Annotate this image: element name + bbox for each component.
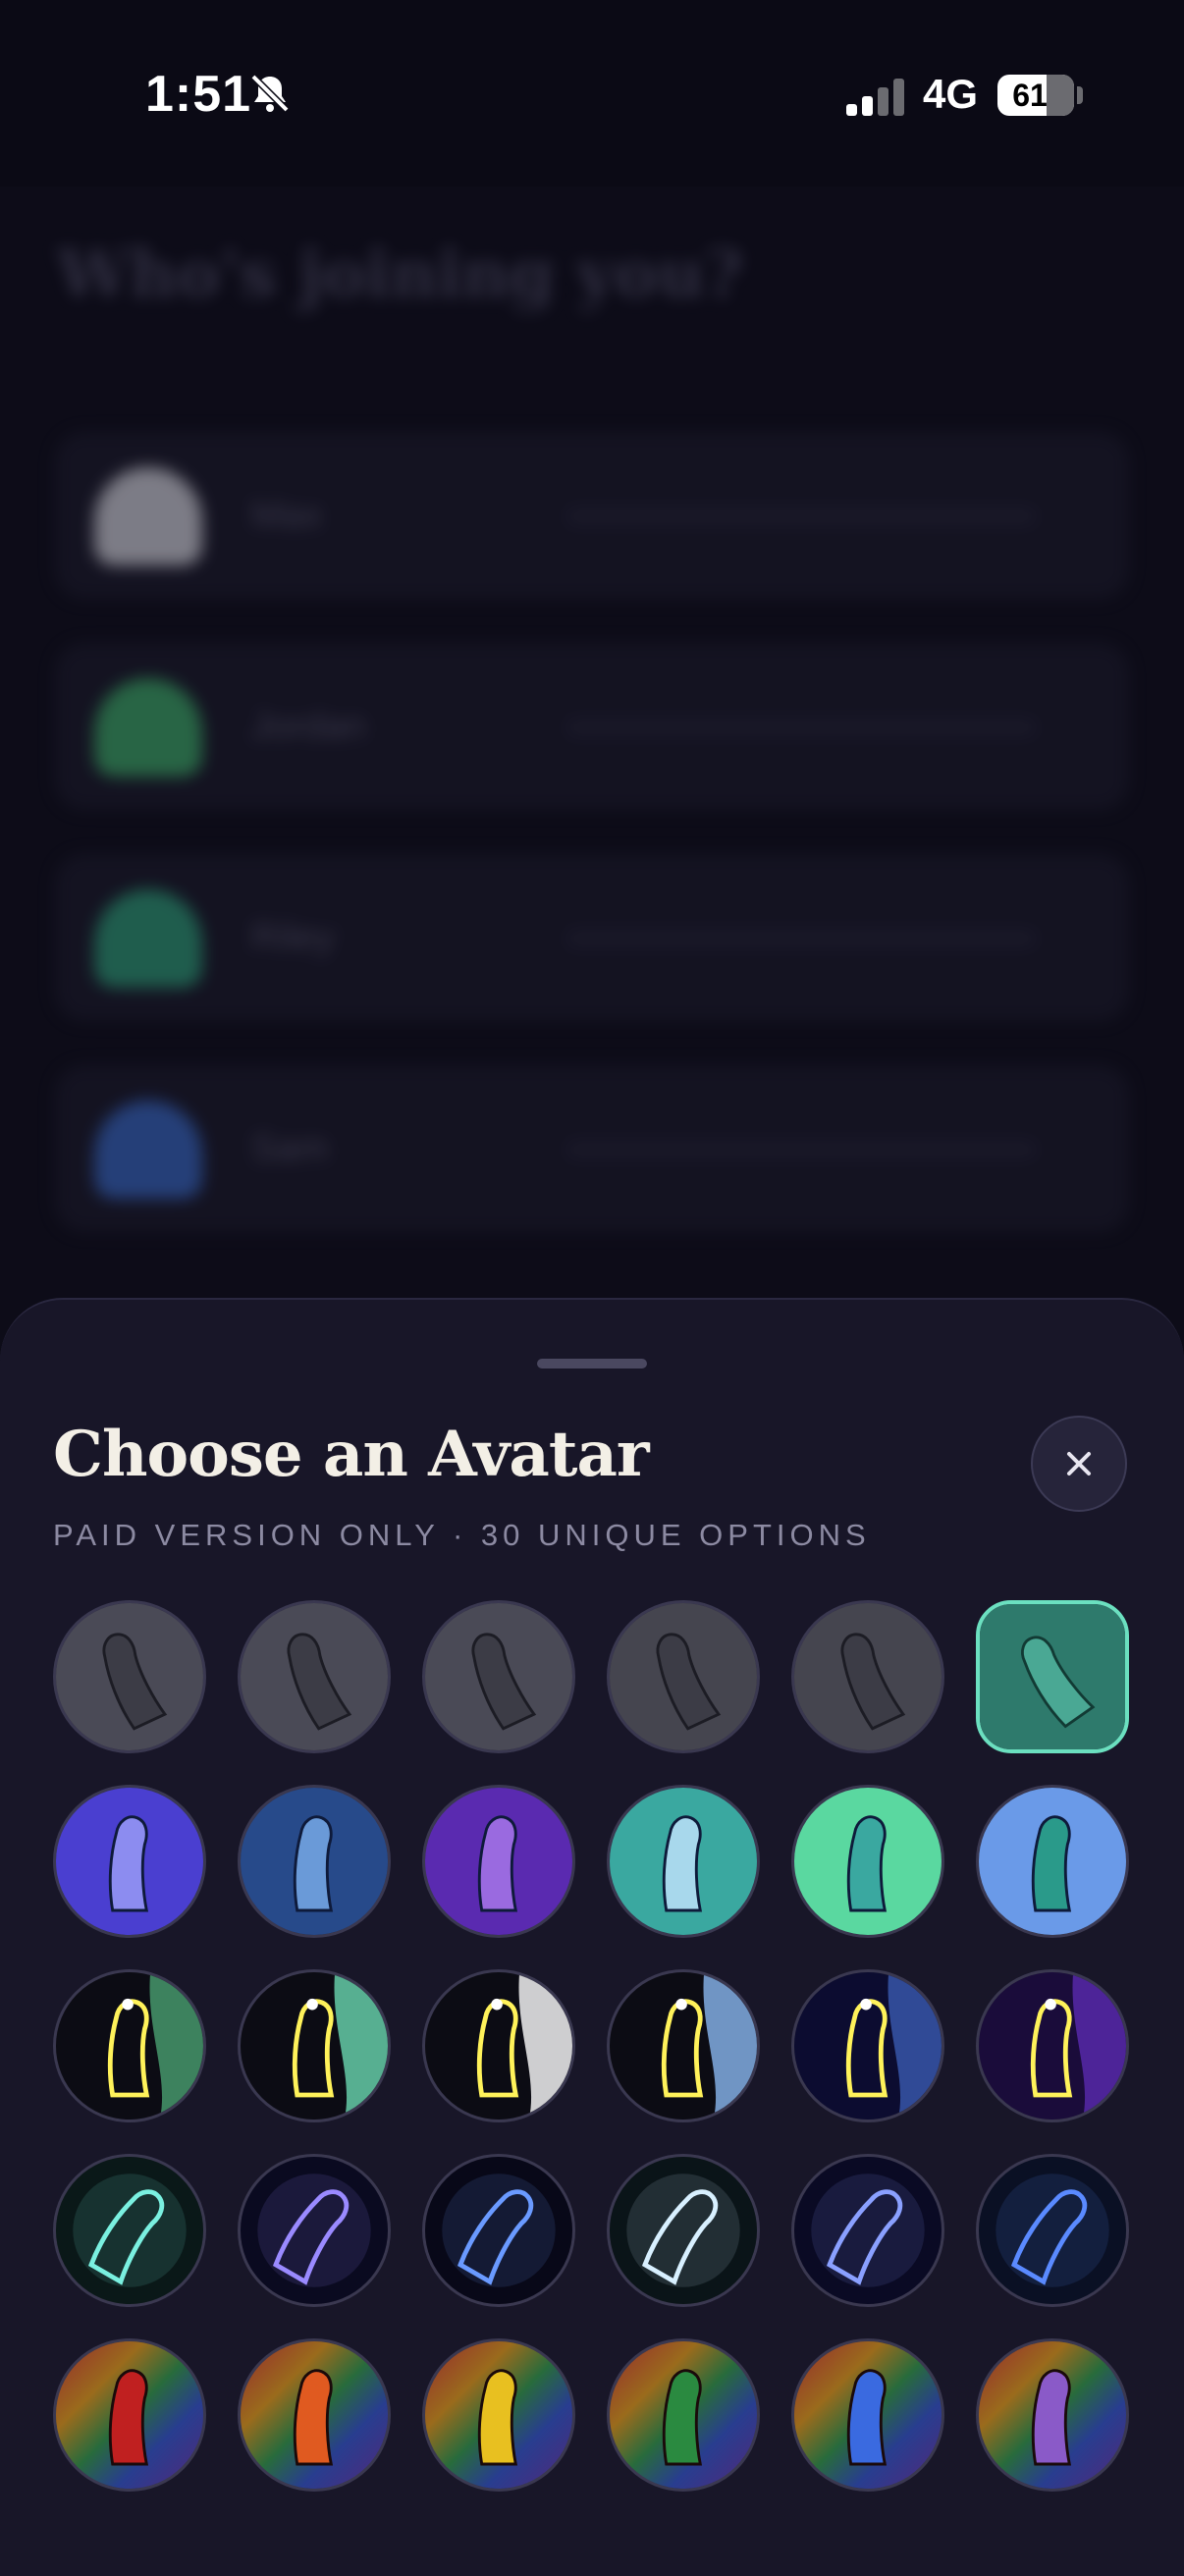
battery-tip <box>1077 86 1083 104</box>
status-time: 1:51 <box>145 66 252 123</box>
card-avatar <box>94 467 202 565</box>
avatar-option[interactable] <box>238 1785 391 1938</box>
avatar-option[interactable] <box>607 2338 760 2492</box>
avatar-image <box>979 2157 1126 2304</box>
avatar-image <box>610 1972 757 2120</box>
avatar-option[interactable] <box>607 1785 760 1938</box>
avatar-image <box>56 1788 203 1935</box>
close-button[interactable] <box>1031 1416 1127 1512</box>
avatar-image <box>425 1603 572 1750</box>
avatar-option[interactable] <box>976 1969 1129 2122</box>
avatar-image <box>241 1788 388 1935</box>
avatar-image <box>980 1604 1125 1749</box>
avatar-image <box>979 1788 1126 1935</box>
avatar-image <box>794 2341 942 2489</box>
card-avatar <box>94 1100 202 1199</box>
avatar-image <box>610 1788 757 1935</box>
background-title: Who's joining you? <box>57 236 743 312</box>
status-bar: 1:51 4G 61 <box>0 0 1184 187</box>
background-card: Max <box>55 432 1129 599</box>
avatar-image <box>241 2157 388 2304</box>
background-card: Riley <box>55 854 1129 1021</box>
avatar-image <box>241 1603 388 1750</box>
avatar-option[interactable] <box>976 1600 1129 1753</box>
card-name: Max <box>251 495 322 536</box>
card-line <box>565 929 1037 948</box>
avatar-option[interactable] <box>422 2154 575 2307</box>
avatar-option[interactable] <box>238 2338 391 2492</box>
avatar-image <box>979 2341 1126 2489</box>
avatar-image <box>56 1603 203 1750</box>
avatar-image <box>241 2341 388 2489</box>
card-line <box>565 507 1037 526</box>
avatar-image <box>794 1788 942 1935</box>
avatar-option[interactable] <box>53 2154 206 2307</box>
avatar-option[interactable] <box>791 1969 944 2122</box>
avatar-image <box>794 1603 942 1750</box>
avatar-option[interactable] <box>791 2154 944 2307</box>
card-line <box>565 1140 1037 1159</box>
background-card: Sam <box>55 1065 1129 1232</box>
avatar-option[interactable] <box>53 1785 206 1938</box>
avatar-image <box>56 2341 203 2489</box>
avatar-option[interactable] <box>607 1969 760 2122</box>
card-line <box>565 718 1037 737</box>
battery-icon: 61 <box>997 75 1074 116</box>
avatar-option[interactable] <box>791 1600 944 1753</box>
background-card: Jordan <box>55 643 1129 810</box>
card-name: Riley <box>251 917 335 958</box>
avatar-option[interactable] <box>976 1785 1129 1938</box>
avatar-image <box>56 2157 203 2304</box>
sheet-drag-handle[interactable] <box>537 1359 647 1368</box>
sheet-subtitle: PAID VERSION ONLY · 30 UNIQUE OPTIONS <box>53 1518 871 1552</box>
network-label: 4G <box>923 71 979 117</box>
avatar-image <box>610 2341 757 2489</box>
bell-slash-icon <box>247 71 293 116</box>
avatar-image <box>794 2157 942 2304</box>
avatar-option[interactable] <box>791 1785 944 1938</box>
avatar-image <box>610 1603 757 1750</box>
avatar-image <box>425 2157 572 2304</box>
avatar-option[interactable] <box>238 1969 391 2122</box>
avatar-option[interactable] <box>976 2154 1129 2307</box>
avatar-image <box>241 1972 388 2120</box>
avatar-image <box>56 1972 203 2120</box>
close-icon <box>1067 1452 1091 1476</box>
card-name: Sam <box>251 1128 329 1169</box>
avatar-option[interactable] <box>607 2154 760 2307</box>
avatar-option[interactable] <box>607 1600 760 1753</box>
card-name: Jordan <box>251 706 366 747</box>
avatar-image <box>979 1972 1126 2120</box>
avatar-option[interactable] <box>53 1600 206 1753</box>
avatar-image <box>794 1972 942 2120</box>
avatar-option[interactable] <box>976 2338 1129 2492</box>
avatar-option[interactable] <box>53 2338 206 2492</box>
avatar-option[interactable] <box>238 1600 391 1753</box>
avatar-option[interactable] <box>791 2338 944 2492</box>
avatar-option[interactable] <box>422 2338 575 2492</box>
avatar-option[interactable] <box>238 2154 391 2307</box>
avatar-option[interactable] <box>53 1969 206 2122</box>
card-avatar <box>94 889 202 988</box>
avatar-grid <box>53 1600 1133 2503</box>
avatar-image <box>425 2341 572 2489</box>
avatar-option[interactable] <box>422 1600 575 1753</box>
avatar-option[interactable] <box>422 1785 575 1938</box>
avatar-image <box>425 1972 572 2120</box>
signal-icon <box>846 77 905 116</box>
background-screen: Who's joining you? Max Jordan Riley Sam <box>0 187 1184 1306</box>
avatar-picker-sheet: Choose an Avatar PAID VERSION ONLY · 30 … <box>0 1298 1184 2576</box>
avatar-option[interactable] <box>422 1969 575 2122</box>
avatar-image <box>610 2157 757 2304</box>
avatar-image <box>425 1788 572 1935</box>
card-avatar <box>94 678 202 777</box>
battery-level: 61 <box>1012 78 1048 113</box>
sheet-title: Choose an Avatar <box>53 1418 650 1491</box>
